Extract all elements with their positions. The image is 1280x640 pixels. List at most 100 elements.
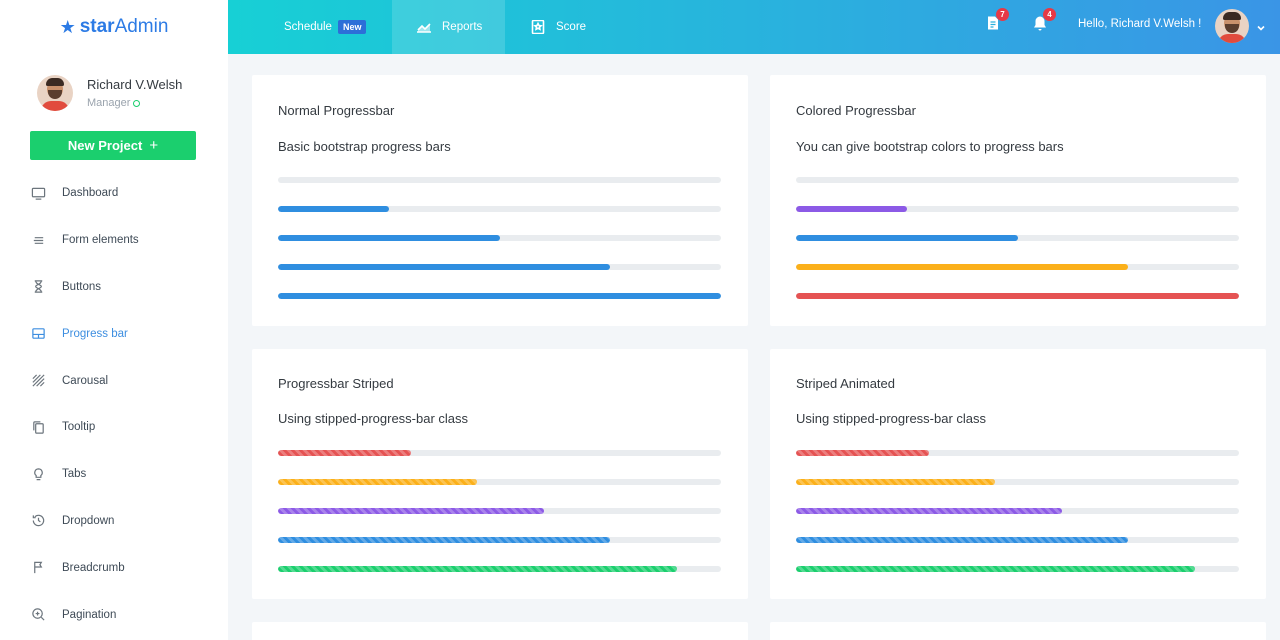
progress-bar-fill <box>278 235 500 241</box>
progress-bar-fill <box>796 264 1129 270</box>
progress-bar <box>796 450 1239 456</box>
card-striped-progressbar: Progressbar Striped Using stipped-progre… <box>252 349 748 599</box>
card-title: Striped Animated <box>796 376 896 391</box>
card-description: Using stipped-progress-bar class <box>278 411 469 426</box>
new-project-label: New Project <box>67 138 143 153</box>
card-title: Normal Progressbar <box>278 103 395 118</box>
plus-icon: + <box>149 137 159 154</box>
card-partial <box>252 622 748 640</box>
monitor-icon <box>30 185 46 201</box>
chart-area-icon <box>416 20 432 34</box>
progress-bar-fill <box>278 206 389 212</box>
new-badge: New <box>337 20 367 34</box>
sidebar-item-tabs[interactable]: Tabs <box>0 451 228 498</box>
chevron-down-icon[interactable] <box>1256 20 1266 38</box>
progress-bar <box>278 293 721 299</box>
sidebar-item-buttons[interactable]: Buttons <box>0 264 228 311</box>
sidebar-item-label: Tooltip <box>62 421 96 434</box>
progress-bar <box>796 177 1239 183</box>
card-description: Using stipped-progress-bar class <box>796 411 987 426</box>
progress-bar <box>796 537 1239 543</box>
progress-bar <box>278 450 721 456</box>
profile-role: Manager <box>87 97 131 109</box>
progress-bar-fill <box>796 206 907 212</box>
lines-icon <box>30 232 46 248</box>
card-animated-progressbar: Striped Animated Using stipped-progress-… <box>770 349 1266 599</box>
hourglass-icon <box>30 279 46 295</box>
progress-bar <box>278 235 721 241</box>
card-partial <box>770 622 1266 640</box>
sidebar-item-form-elements[interactable]: Form elements <box>0 217 228 264</box>
hatch-icon <box>30 373 46 389</box>
tab-schedule[interactable]: Schedule New <box>284 0 367 54</box>
card-title: Progressbar Striped <box>278 376 394 391</box>
notifications-count-badge: 4 <box>1043 8 1056 21</box>
sidebar-item-label: Carousal <box>62 374 109 387</box>
sidebar-item-tooltip[interactable]: Tooltip <box>0 404 228 451</box>
progress-bar <box>796 293 1239 299</box>
layout-icon <box>30 326 46 342</box>
messages-count-badge: 7 <box>996 8 1009 21</box>
sidebar-item-label: Progress bar <box>62 327 128 340</box>
progress-bar <box>278 537 721 543</box>
card-title: Colored Progressbar <box>796 103 916 118</box>
brand-name-part2: Admin <box>114 16 169 37</box>
sidebar: ★ star Admin Richard V.Welsh Manager New … <box>0 0 228 640</box>
progress-bar-fill <box>796 537 1129 543</box>
top-navbar: Schedule New Reports Score 7 4 Hello, Ri… <box>228 0 1280 54</box>
zoom-in-icon <box>30 607 46 623</box>
progress-bar <box>796 206 1239 212</box>
card-description: Basic bootstrap progress bars <box>278 139 451 154</box>
progress-bar-fill <box>278 479 478 485</box>
progress-bar <box>278 479 721 485</box>
new-project-button[interactable]: New Project + <box>30 131 196 160</box>
brand-logo[interactable]: ★ star Admin <box>0 0 228 54</box>
copy-icon <box>30 419 46 435</box>
bell-icon <box>1032 16 1048 35</box>
avatar[interactable] <box>37 75 73 111</box>
tab-score[interactable]: Score <box>530 0 586 54</box>
sidebar-item-dropdown[interactable]: Dropdown <box>0 498 228 545</box>
star-icon: ★ <box>59 16 76 37</box>
sidebar-profile: Richard V.Welsh Manager <box>0 54 228 118</box>
sidebar-item-label: Dashboard <box>62 187 119 200</box>
tab-label: Score <box>556 21 587 33</box>
document-icon <box>985 16 1001 35</box>
sidebar-item-label: Form elements <box>62 234 139 247</box>
progress-bar-fill <box>796 566 1195 572</box>
sidebar-item-breadcrumb[interactable]: Breadcrumb <box>0 544 228 591</box>
sidebar-nav: Dashboard Form elements Buttons Progress… <box>0 170 228 638</box>
progress-bar-fill <box>278 566 677 572</box>
tab-label: Reports <box>442 21 483 33</box>
progress-bar-fill <box>278 508 544 514</box>
progress-bar-fill <box>796 479 996 485</box>
progress-bar-fill <box>796 508 1062 514</box>
progress-bar-fill <box>796 450 929 456</box>
sidebar-item-carousal[interactable]: Carousal <box>0 357 228 404</box>
notifications-button[interactable]: 4 <box>1032 8 1056 35</box>
progress-bar <box>796 566 1239 572</box>
user-greeting[interactable]: Hello, Richard V.Welsh ! <box>1078 18 1201 30</box>
progress-bar-fill <box>278 537 611 543</box>
brand-name-part1: star <box>79 16 115 37</box>
progress-bar <box>796 479 1239 485</box>
tab-reports[interactable]: Reports <box>392 0 505 54</box>
sidebar-item-pagination[interactable]: Pagination <box>0 591 228 638</box>
messages-button[interactable]: 7 <box>985 8 1009 35</box>
progress-bar <box>278 206 721 212</box>
sidebar-item-progress-bar[interactable]: Progress bar <box>0 310 228 357</box>
sidebar-item-dashboard[interactable]: Dashboard <box>0 170 228 217</box>
progress-bar-fill <box>278 293 721 299</box>
card-normal-progressbar: Normal Progressbar Basic bootstrap progr… <box>252 75 748 326</box>
header-avatar[interactable] <box>1215 9 1249 43</box>
progress-bar <box>278 264 721 270</box>
sidebar-item-label: Pagination <box>62 608 117 621</box>
sidebar-item-label: Tabs <box>62 468 87 481</box>
progress-bar <box>278 566 721 572</box>
progress-bar <box>796 508 1239 514</box>
card-description: You can give bootstrap colors to progres… <box>796 139 1064 154</box>
sidebar-item-label: Breadcrumb <box>62 561 125 574</box>
history-icon <box>30 513 46 529</box>
bulb-icon <box>30 466 46 482</box>
progress-bar <box>278 177 721 183</box>
